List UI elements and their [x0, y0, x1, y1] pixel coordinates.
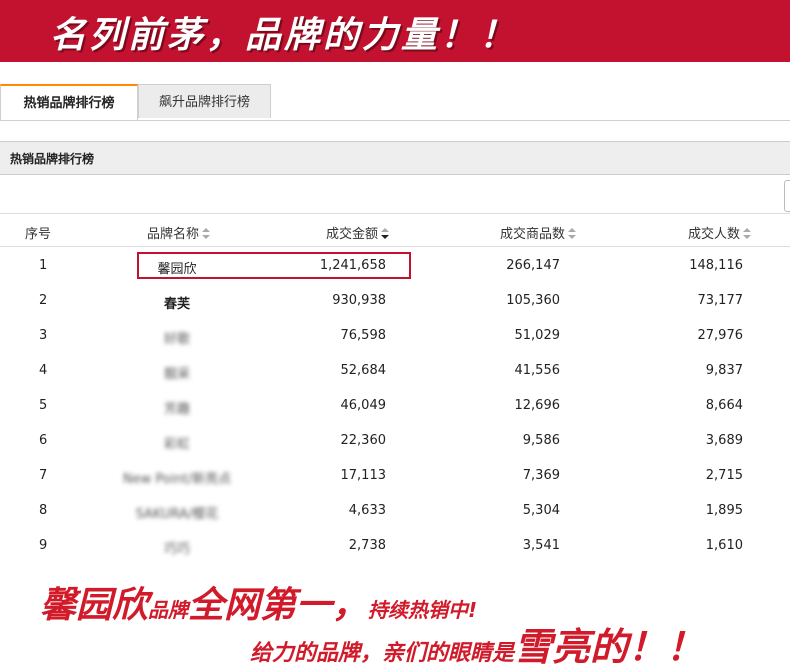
people-cell: 1,895: [705, 503, 743, 518]
people-cell: 1,610: [705, 538, 743, 553]
table-row[interactable]: 9 巧巧 2,738 3,541 1,610: [0, 528, 790, 563]
brand-name-cell[interactable]: New Point/新亮点: [118, 468, 236, 487]
items-cell: 51,029: [514, 328, 561, 343]
brand-name-cell[interactable]: 春芙: [118, 293, 236, 312]
rank-cell: 4: [39, 363, 48, 378]
promo-line-2: 给力的品牌，亲们的眼睛是雪亮的！！: [250, 616, 704, 671]
section-header: 热销品牌排行榜: [0, 141, 790, 175]
people-cell: 73,177: [697, 293, 744, 308]
amount-cell: 52,684: [340, 363, 387, 378]
items-cell: 3,541: [522, 538, 560, 553]
items-cell: 5,304: [522, 503, 560, 518]
rank-cell: 3: [39, 328, 48, 343]
rank-cell: 6: [39, 433, 48, 448]
amount-cell: 76,598: [340, 328, 387, 343]
rank-cell: 9: [39, 538, 48, 553]
promo-emphasis: 雪亮的！！: [514, 625, 705, 669]
table-row[interactable]: 8 SAKURA/樱花 4,633 5,304 1,895: [0, 493, 790, 528]
items-cell: 12,696: [514, 398, 561, 413]
promo-brand-suffix: 品牌: [148, 598, 189, 622]
amount-cell: 4,633: [348, 503, 386, 518]
amount-cell: 17,113: [340, 468, 387, 483]
header-people[interactable]: 成交人数: [688, 223, 752, 242]
amount-cell: 930,938: [332, 293, 386, 308]
table-row[interactable]: 4 靓采 52,684 41,556 9,837: [0, 353, 790, 388]
top-brand-highlight: [137, 252, 411, 279]
tab-rising-brands[interactable]: 飙升品牌排行榜: [138, 84, 271, 118]
items-cell: 105,360: [506, 293, 560, 308]
brand-name-cell[interactable]: 靓采: [118, 363, 236, 382]
header-amount[interactable]: 成交金额: [326, 223, 390, 242]
ranking-tabs: 热销品牌排行榜 飙升品牌排行榜: [0, 84, 790, 121]
sort-icon[interactable]: [743, 228, 752, 240]
top-banner: 名列前茅，品牌的力量！！: [0, 0, 790, 62]
people-cell: 9,837: [705, 363, 743, 378]
section-title: 热销品牌排行榜: [10, 152, 95, 166]
table-row[interactable]: 7 New Point/新亮点 17,113 7,369 2,715: [0, 458, 790, 493]
people-cell: 8,664: [705, 398, 743, 413]
brand-name-cell[interactable]: 彩虹: [118, 433, 236, 452]
brand-name-cell[interactable]: 好歌: [118, 328, 236, 347]
promo-subline: 给力的品牌，亲们的眼睛是: [250, 641, 515, 666]
people-cell: 3,689: [705, 433, 743, 448]
items-cell: 7,369: [522, 468, 560, 483]
people-cell: 148,116: [689, 258, 743, 273]
rank-cell: 1: [39, 258, 48, 273]
brand-name-cell[interactable]: 芳趣: [118, 398, 236, 417]
header-brand[interactable]: 品牌名称: [147, 223, 211, 242]
brand-name-cell[interactable]: 巧巧: [118, 538, 236, 557]
sort-icon[interactable]: [568, 228, 577, 240]
rank-cell: 7: [39, 468, 48, 483]
table-row[interactable]: 5 芳趣 46,049 12,696 8,664: [0, 388, 790, 423]
amount-cell: 22,360: [340, 433, 387, 448]
brand-name-cell[interactable]: SAKURA/樱花: [118, 503, 236, 522]
header-rank: 序号: [25, 227, 52, 242]
people-cell: 2,715: [705, 468, 743, 483]
items-cell: 9,586: [522, 433, 560, 448]
banner-slogan: 名列前茅，品牌的力量！！: [50, 15, 519, 56]
rank-cell: 5: [39, 398, 48, 413]
table-row[interactable]: 3 好歌 76,598 51,029 27,976: [0, 318, 790, 353]
sort-icon[interactable]: [202, 228, 211, 240]
rank-cell: 8: [39, 503, 48, 518]
tab-hot-brands[interactable]: 热销品牌排行榜: [0, 84, 138, 120]
table-row[interactable]: 2 春芙 930,938 105,360 73,177: [0, 283, 790, 318]
promo-brand: 馨园欣: [40, 585, 149, 626]
amount-cell: 46,049: [340, 398, 387, 413]
people-cell: 27,976: [697, 328, 744, 343]
items-cell: 266,147: [506, 258, 560, 273]
header-items[interactable]: 成交商品数: [500, 223, 577, 242]
amount-cell: 2,738: [348, 538, 386, 553]
rank-cell: 2: [39, 293, 48, 308]
toolbar-control[interactable]: [784, 180, 790, 212]
table-header: 序号 品牌名称 成交金额 成交商品数 成交人数: [0, 213, 790, 247]
sort-desc-icon[interactable]: [381, 228, 390, 240]
items-cell: 41,556: [514, 363, 561, 378]
table-row[interactable]: 6 彩虹 22,360 9,586 3,689: [0, 423, 790, 458]
